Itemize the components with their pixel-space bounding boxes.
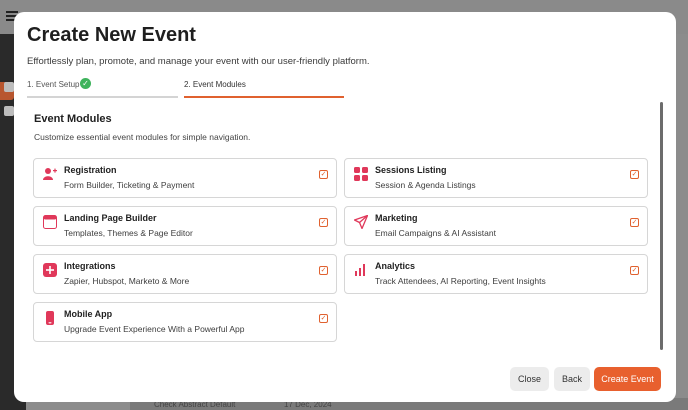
create-event-button[interactable]: Create Event [594, 367, 661, 391]
module-checkbox[interactable]: ✓ [319, 170, 328, 179]
module-description: Email Campaigns & AI Assistant [375, 228, 496, 238]
module-title: Marketing [375, 213, 418, 223]
module-card-mobile-app[interactable]: Mobile App Upgrade Event Experience With… [33, 302, 337, 342]
section-description: Customize essential event modules for si… [34, 132, 251, 142]
step-label: 2. Event Modules [184, 80, 246, 89]
module-title: Sessions Listing [375, 165, 447, 175]
sessions-grid-icon [354, 167, 368, 181]
back-button[interactable]: Back [554, 367, 590, 391]
module-card-analytics[interactable]: Analytics Track Attendees, AI Reporting,… [344, 254, 648, 294]
step-event-modules[interactable]: 2. Event Modules [184, 78, 344, 98]
section-title: Event Modules [34, 113, 112, 125]
module-checkbox[interactable]: ✓ [630, 170, 639, 179]
module-title: Integrations [64, 261, 116, 271]
module-card-registration[interactable]: Registration Form Builder, Ticketing & P… [33, 158, 337, 198]
browser-window-icon [43, 215, 57, 229]
module-description: Upgrade Event Experience With a Powerful… [64, 324, 245, 334]
module-description: Form Builder, Ticketing & Payment [64, 180, 195, 190]
module-description: Track Attendees, AI Reporting, Event Ins… [375, 276, 546, 286]
registration-icon [43, 168, 57, 180]
module-card-integrations[interactable]: Integrations Zapier, Hubspot, Marketo & … [33, 254, 337, 294]
step-label: 1. Event Setup [27, 80, 80, 89]
create-event-modal: Create New Event Effortlessly plan, prom… [14, 12, 676, 402]
module-checkbox[interactable]: ✓ [319, 218, 328, 227]
module-title: Landing Page Builder [64, 213, 157, 223]
module-title: Mobile App [64, 309, 113, 319]
mobile-phone-icon [46, 311, 54, 325]
modal-title: Create New Event [27, 24, 196, 46]
modal-subtitle: Effortlessly plan, promote, and manage y… [27, 56, 370, 67]
step-complete-check-icon: ✓ [80, 78, 91, 89]
module-description: Templates, Themes & Page Editor [64, 228, 193, 238]
module-card-sessions-listing[interactable]: Sessions Listing Session & Agenda Listin… [344, 158, 648, 198]
module-checkbox[interactable]: ✓ [630, 266, 639, 275]
module-checkbox[interactable]: ✓ [319, 314, 328, 323]
module-description: Session & Agenda Listings [375, 180, 476, 190]
paper-plane-icon [354, 215, 368, 229]
users-icon [4, 106, 14, 116]
module-description: Zapier, Hubspot, Marketo & More [64, 276, 190, 286]
close-button[interactable]: Close [510, 367, 549, 391]
step-event-setup[interactable]: 1. Event Setup ✓ [27, 78, 178, 98]
step-progress-bar-active [184, 96, 344, 98]
module-card-marketing[interactable]: Marketing Email Campaigns & AI Assistant… [344, 206, 648, 246]
scrollbar[interactable] [660, 102, 663, 350]
module-title: Analytics [375, 261, 416, 271]
module-checkbox[interactable]: ✓ [630, 218, 639, 227]
module-title: Registration [64, 165, 117, 175]
bar-chart-icon [355, 264, 365, 276]
layers-icon [4, 82, 14, 92]
module-card-landing-page-builder[interactable]: Landing Page Builder Templates, Themes &… [33, 206, 337, 246]
integrations-plus-icon [43, 263, 57, 277]
module-checkbox[interactable]: ✓ [319, 266, 328, 275]
step-progress-bar [27, 96, 178, 98]
